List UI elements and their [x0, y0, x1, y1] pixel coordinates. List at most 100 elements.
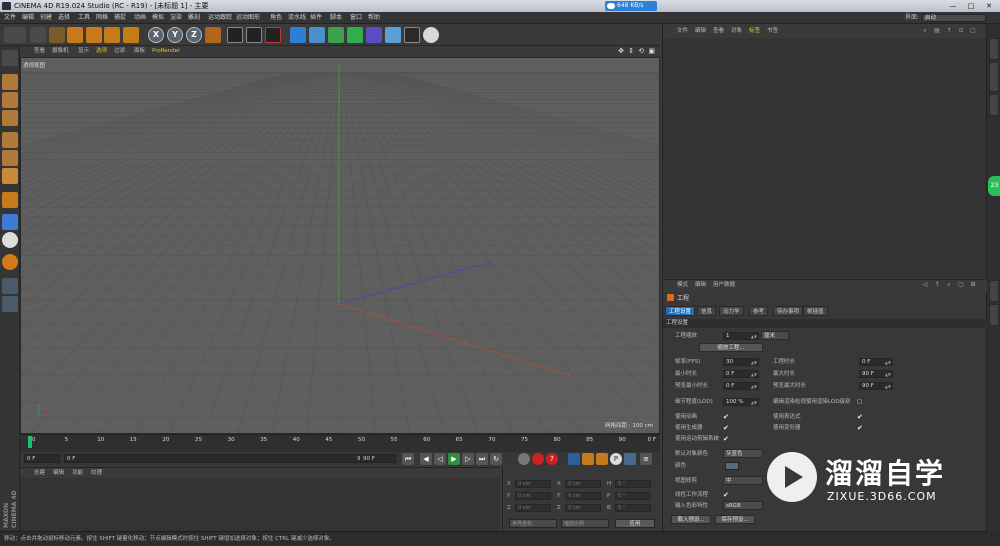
loop-button[interactable]: ↻: [490, 453, 502, 465]
end-frame-field[interactable]: 90 F: [360, 454, 396, 463]
key-pla-icon[interactable]: [624, 453, 636, 465]
camera-icon[interactable]: [404, 27, 420, 43]
go-to-end-button[interactable]: ⏭: [476, 453, 488, 465]
minimize-button[interactable]: —: [944, 1, 962, 11]
content-browser-side-tab[interactable]: [989, 62, 999, 92]
structure-side-tab[interactable]: [989, 94, 999, 116]
attributes-side-tab[interactable]: [989, 280, 999, 302]
up-arrow-icon[interactable]: ↑: [945, 27, 953, 35]
use-deformer-checkbox[interactable]: ✔: [857, 424, 863, 432]
make-editable-icon[interactable]: [2, 50, 18, 66]
object-menu-item[interactable]: 对象: [731, 24, 742, 38]
pointer-icon[interactable]: [49, 27, 65, 43]
polygons-mode-icon[interactable]: [2, 168, 18, 184]
attribute-menu-item[interactable]: 模式: [677, 280, 688, 291]
object-menu-item[interactable]: 文件: [677, 24, 688, 38]
search-icon[interactable]: ⌕: [945, 281, 953, 289]
floor-icon[interactable]: [385, 27, 401, 43]
coord-value-field[interactable]: 0 cm: [515, 480, 551, 488]
object-menu-item[interactable]: 书签: [767, 24, 778, 38]
y-axis-icon[interactable]: Y: [167, 27, 183, 43]
view-clipping-dropdown[interactable]: 中: [723, 476, 763, 485]
menu-item[interactable]: 角色: [270, 12, 282, 24]
snap-icon[interactable]: [2, 232, 18, 248]
menu-item[interactable]: 编辑: [22, 12, 34, 24]
color-swatch[interactable]: [725, 462, 739, 470]
current-frame-field[interactable]: 0 F: [24, 454, 60, 463]
coord-value-field[interactable]: 0 °: [615, 480, 651, 488]
menu-item[interactable]: 运动跟踪: [208, 12, 232, 24]
lod-field[interactable]: 100 % ▲▼: [723, 398, 759, 406]
workplane-icon[interactable]: [2, 110, 18, 126]
menu-item[interactable]: 动画: [134, 12, 146, 24]
undo-redo-icon[interactable]: [4, 27, 26, 43]
next-frame-button[interactable]: ▷: [462, 453, 474, 465]
notification-badge[interactable]: 23: [988, 176, 1000, 196]
attribute-tab[interactable]: 帧插值: [803, 306, 828, 316]
load-preset-button[interactable]: 载入预设...: [671, 515, 711, 524]
workplane-lock-icon[interactable]: [2, 278, 18, 294]
viewport-menu-item[interactable]: 查看: [34, 46, 45, 57]
axis-mode-icon[interactable]: [2, 192, 18, 208]
key-parameter-icon[interactable]: P: [610, 453, 622, 465]
save-preset-button[interactable]: 保存预设...: [715, 515, 755, 524]
viewport-menu-item[interactable]: ProRender: [152, 46, 180, 57]
coord-value-field[interactable]: 0 °: [615, 492, 651, 500]
coord-value-field[interactable]: 0 cm: [515, 492, 551, 500]
viewport-navigation-icons[interactable]: ✥ ⇕ ⟲ ▣: [618, 46, 656, 57]
coord-value-field[interactable]: 0 cm: [565, 504, 601, 512]
min-time-field[interactable]: 0 F ▲▼: [723, 370, 759, 378]
viewport-menu-item[interactable]: 摄像机: [52, 46, 69, 57]
record-active-icon[interactable]: [532, 453, 544, 465]
lock-icon[interactable]: ▢: [969, 27, 977, 35]
render-picture-viewer-icon[interactable]: [246, 27, 262, 43]
deformer-icon[interactable]: [366, 27, 382, 43]
live-select-icon[interactable]: [30, 27, 46, 43]
points-mode-icon[interactable]: [2, 132, 18, 148]
menu-item[interactable]: 工具: [78, 12, 90, 24]
preview-max-field[interactable]: 90 F ▲▼: [859, 382, 893, 390]
bookmark-icon[interactable]: ▤: [933, 27, 941, 35]
up-arrow-icon[interactable]: ↑: [933, 281, 941, 289]
size-mode-dropdown[interactable]: 缩放比例: [561, 519, 609, 528]
previous-key-button[interactable]: ◀: [420, 453, 432, 465]
menu-item[interactable]: 脚本: [330, 12, 342, 24]
tweak-mode-icon[interactable]: [2, 214, 18, 230]
apply-button[interactable]: 应用: [615, 519, 655, 528]
use-motion-system-checkbox[interactable]: ✔: [723, 435, 729, 443]
subdivision-surface-icon[interactable]: [328, 27, 344, 43]
menu-item[interactable]: 插件: [310, 12, 322, 24]
preview-min-field[interactable]: 0 F ▲▼: [723, 382, 759, 390]
project-time-field[interactable]: 0 F ▲▼: [859, 358, 893, 366]
menu-item[interactable]: 帮助: [368, 12, 380, 24]
layout-dropdown[interactable]: 启动: [922, 14, 986, 22]
attribute-tab[interactable]: 参考: [749, 306, 769, 316]
use-animation-checkbox[interactable]: ✔: [723, 413, 729, 421]
maximize-button[interactable]: □: [962, 1, 980, 11]
render-view-icon[interactable]: [227, 27, 243, 43]
coordinate-system-icon[interactable]: [205, 27, 221, 43]
scale-icon[interactable]: [86, 27, 102, 43]
coord-value-field[interactable]: 0 °: [615, 504, 651, 512]
render-lod-checkbox[interactable]: □: [857, 398, 862, 406]
material-manager-area[interactable]: [20, 478, 500, 531]
z-axis-icon[interactable]: Z: [186, 27, 202, 43]
menu-item[interactable]: 模拟: [152, 12, 164, 24]
attribute-tab[interactable]: 动力学: [719, 306, 744, 316]
coord-value-field[interactable]: 0 cm: [515, 504, 551, 512]
linear-workflow-checkbox[interactable]: ✔: [723, 491, 729, 499]
layers-icon[interactable]: [2, 296, 18, 312]
attribute-menu-item[interactable]: 编辑: [695, 280, 706, 291]
object-manager[interactable]: ⌕ ▤ ↑ ⊙ ▢ 文件 编辑 查看 对象 标签 书签: [662, 24, 987, 278]
close-button[interactable]: ✕: [980, 1, 998, 11]
menu-item[interactable]: 雕刻: [188, 12, 200, 24]
use-generator-checkbox[interactable]: ✔: [723, 424, 729, 432]
attribute-tab[interactable]: 工程设置: [665, 306, 696, 316]
coordinate-mode-dropdown[interactable]: 世界坐标: [509, 519, 557, 528]
coord-value-field[interactable]: 0 cm: [565, 480, 601, 488]
object-menu-item[interactable]: 标签: [749, 24, 760, 38]
fps-field[interactable]: 30 ▲▼: [723, 358, 759, 366]
light-icon[interactable]: [423, 27, 439, 43]
rotate-icon[interactable]: [104, 27, 120, 43]
pen-spline-icon[interactable]: [309, 27, 325, 43]
